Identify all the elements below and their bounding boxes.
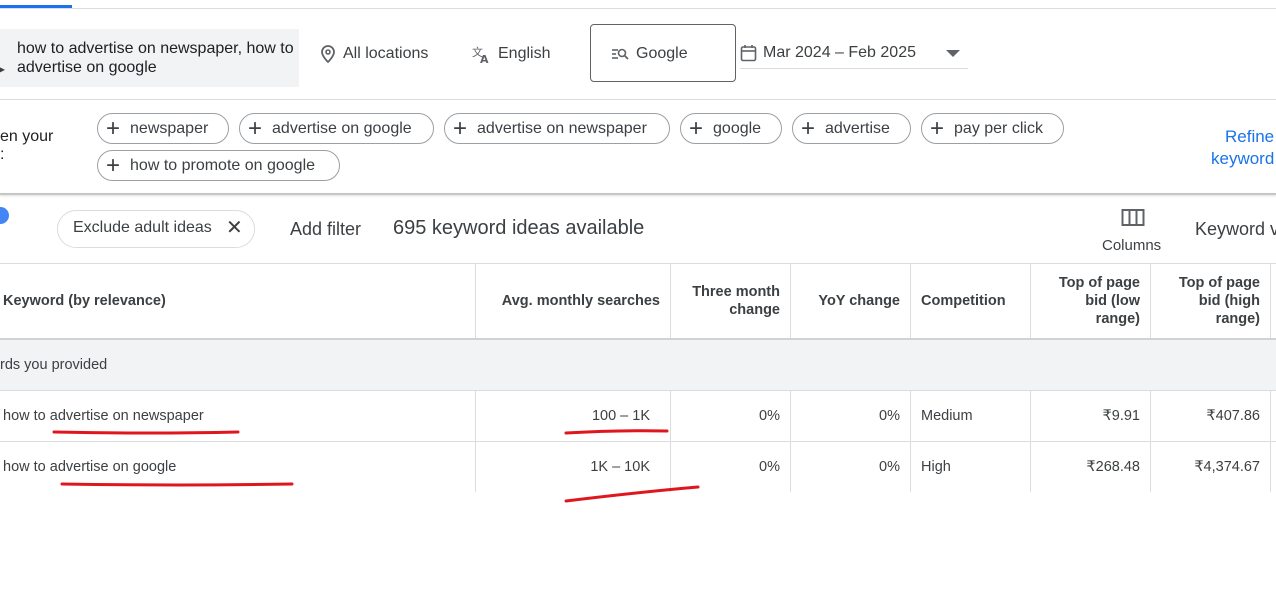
annotation-underline (60, 482, 294, 487)
annotation-underline (564, 429, 669, 435)
annotation-underline (564, 485, 700, 503)
annotation-underlines (52, 429, 700, 503)
annotation-underline (52, 430, 240, 435)
